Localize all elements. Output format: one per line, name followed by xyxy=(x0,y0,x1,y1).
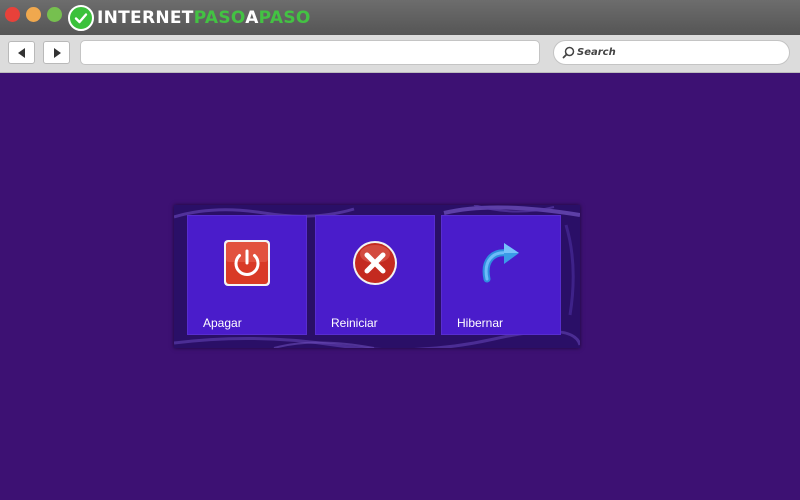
tile-label-reiniciar: Reiniciar xyxy=(331,316,378,330)
close-circle-icon xyxy=(353,241,397,285)
tile-label-apagar: Apagar xyxy=(203,316,242,330)
shutdown-dialog: Apagar Reiniciar Hibernar xyxy=(174,205,580,348)
search-placeholder: Search xyxy=(577,47,616,58)
logo-text-paso: PASO xyxy=(193,8,246,28)
search-icon xyxy=(562,46,575,59)
power-icon xyxy=(224,240,270,286)
site-logo: INTERNETPASOAPASO xyxy=(68,4,311,32)
arrow-right-icon xyxy=(53,47,61,58)
logo-wordmark: INTERNETPASOAPASO xyxy=(97,4,311,32)
logo-text-paso-2: PASO xyxy=(258,8,311,28)
search-input[interactable]: Search xyxy=(553,40,790,65)
window-minimize-button[interactable] xyxy=(26,7,41,22)
browser-toolbar: Search xyxy=(0,35,800,73)
back-button[interactable] xyxy=(8,41,35,64)
tile-hibernar[interactable]: Hibernar xyxy=(441,215,561,335)
logo-text-internet: INTERNET xyxy=(97,8,194,28)
tile-reiniciar[interactable]: Reiniciar xyxy=(315,215,435,335)
browser-titlebar: INTERNETPASOAPASO xyxy=(0,0,800,35)
arrow-left-icon xyxy=(17,47,25,58)
logo-check-icon xyxy=(68,5,94,31)
tile-apagar[interactable]: Apagar xyxy=(187,215,307,335)
logo-text-a: A xyxy=(245,8,259,28)
window-close-button[interactable] xyxy=(5,7,20,22)
forward-button[interactable] xyxy=(43,41,70,64)
redo-arrow-icon xyxy=(482,243,519,283)
tile-label-hibernar: Hibernar xyxy=(457,316,504,330)
window-maximize-button[interactable] xyxy=(47,7,62,22)
address-bar[interactable] xyxy=(80,40,540,65)
